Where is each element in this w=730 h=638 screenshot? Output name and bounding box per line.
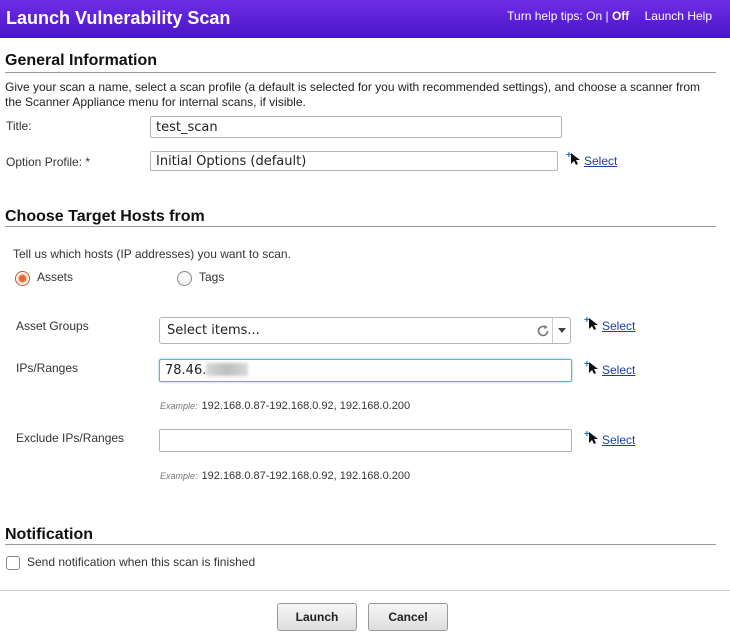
exclude-ips-label: Exclude IPs/Ranges bbox=[16, 431, 125, 445]
add-pointer-icon: + bbox=[584, 359, 602, 378]
add-pointer-icon: + bbox=[584, 315, 602, 334]
divider bbox=[5, 72, 716, 73]
exclude-example: Example: 192.168.0.87-192.168.0.92, 192.1… bbox=[160, 470, 410, 482]
asset-groups-select-link[interactable]: + Select bbox=[584, 315, 636, 334]
assets-radio[interactable] bbox=[15, 271, 30, 286]
title-input[interactable]: test_scan bbox=[150, 116, 562, 138]
divider bbox=[5, 226, 716, 227]
title-label: Title: bbox=[6, 119, 32, 133]
option-profile-label: Option Profile: * bbox=[6, 155, 91, 169]
help-tips: Turn help tips: On | Off Launch Help bbox=[507, 9, 712, 23]
example-label: Example: bbox=[160, 471, 198, 481]
target-hosts-heading: Choose Target Hosts from bbox=[5, 208, 205, 225]
notification-heading: Notification bbox=[5, 526, 93, 543]
ips-example: Example: 192.168.0.87-192.168.0.92, 192.1… bbox=[160, 400, 410, 412]
window-title: Launch Vulnerability Scan bbox=[6, 8, 231, 28]
ips-ranges-value: 78.46. bbox=[165, 363, 207, 378]
help-tips-on-toggle[interactable]: On bbox=[586, 9, 602, 23]
launch-button[interactable]: Launch bbox=[277, 603, 357, 631]
select-link-label: Select bbox=[602, 319, 636, 333]
help-tips-off-toggle[interactable]: Off bbox=[612, 9, 629, 23]
send-notification-checkbox[interactable] bbox=[6, 556, 20, 570]
add-pointer-icon: + bbox=[566, 150, 584, 169]
exclude-ips-select-link[interactable]: + Select bbox=[584, 429, 636, 448]
select-link-label: Select bbox=[584, 154, 618, 168]
example-value: 192.168.0.87-192.168.0.92, 192.168.0.200 bbox=[201, 470, 411, 482]
title-bar: Launch Vulnerability Scan Turn help tips… bbox=[0, 0, 730, 38]
general-description: Give your scan a name, select a scan pro… bbox=[5, 80, 701, 109]
launch-help-link[interactable]: Launch Help bbox=[645, 9, 712, 23]
select-link-label: Select bbox=[602, 433, 636, 447]
send-notification-label: Send notification when this scan is fini… bbox=[27, 555, 256, 569]
cancel-button[interactable]: Cancel bbox=[368, 603, 448, 631]
asset-groups-select[interactable]: Select items... bbox=[159, 317, 571, 344]
select-link-label: Select bbox=[602, 363, 636, 377]
divider bbox=[5, 544, 716, 545]
example-value: 192.168.0.87-192.168.0.92, 192.168.0.200 bbox=[201, 400, 411, 412]
footer-divider bbox=[0, 590, 730, 591]
ips-ranges-input[interactable]: 78.46. bbox=[159, 359, 572, 382]
ips-ranges-select-link[interactable]: + Select bbox=[584, 359, 636, 378]
asset-groups-placeholder: Select items... bbox=[167, 323, 260, 338]
tags-radio-label: Tags bbox=[199, 270, 225, 284]
target-instruction: Tell us which hosts (IP addresses) you w… bbox=[13, 247, 291, 261]
option-profile-select-link[interactable]: + Select bbox=[566, 150, 618, 169]
chevron-down-icon[interactable] bbox=[552, 318, 570, 343]
help-tips-prefix: Turn help tips: bbox=[507, 9, 583, 23]
ips-ranges-label: IPs/Ranges bbox=[16, 361, 79, 375]
general-information-heading: General Information bbox=[5, 52, 158, 69]
add-pointer-icon: + bbox=[584, 429, 602, 448]
refresh-icon[interactable] bbox=[536, 324, 550, 342]
example-label: Example: bbox=[160, 401, 198, 411]
option-profile-field[interactable]: Initial Options (default) bbox=[150, 151, 558, 171]
assets-radio-label: Assets bbox=[37, 270, 74, 284]
exclude-ips-input[interactable] bbox=[159, 429, 572, 452]
tags-radio[interactable] bbox=[177, 271, 192, 286]
redacted-ip-blur bbox=[206, 363, 249, 376]
asset-groups-label: Asset Groups bbox=[16, 319, 89, 333]
help-tips-separator: | bbox=[605, 9, 609, 23]
